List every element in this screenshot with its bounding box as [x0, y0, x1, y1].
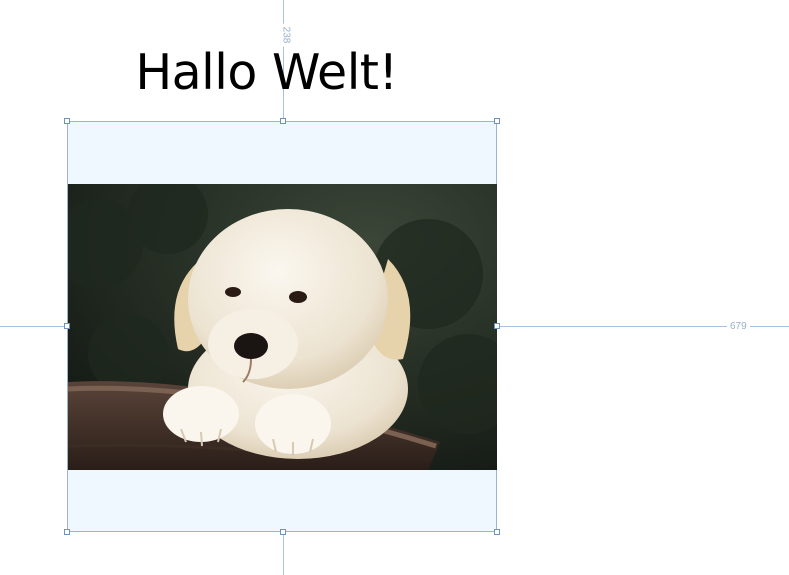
puppy-photo-graphic — [68, 184, 497, 470]
page-title-text[interactable]: Hallo Welt! — [0, 44, 533, 101]
resize-handle-top-center[interactable] — [280, 118, 286, 124]
puppy-image[interactable] — [68, 184, 497, 470]
resize-handle-middle-right[interactable] — [494, 323, 500, 329]
vertical-guide-measure: 238 — [279, 23, 292, 47]
resize-handle-bottom-right[interactable] — [494, 529, 500, 535]
resize-handle-middle-left[interactable] — [64, 323, 70, 329]
horizontal-guide-measure: 679 — [727, 321, 750, 333]
resize-handle-bottom-left[interactable] — [64, 529, 70, 535]
resize-handle-top-right[interactable] — [494, 118, 500, 124]
resize-handle-bottom-center[interactable] — [280, 529, 286, 535]
resize-handle-top-left[interactable] — [64, 118, 70, 124]
